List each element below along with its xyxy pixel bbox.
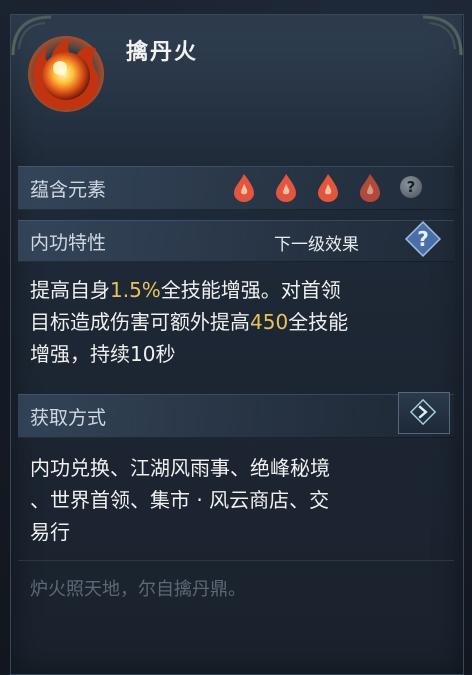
- element-icon-list: ?: [232, 170, 422, 204]
- next-level-help-icon[interactable]: ?: [404, 220, 442, 258]
- flavor-text: 炉火照天地，尔自擒丹鼎。: [30, 579, 246, 600]
- section-internal-label: 内功特性: [30, 232, 107, 254]
- fire-orb-icon: [28, 36, 104, 112]
- section-elements-label: 蕴含元素: [30, 179, 107, 201]
- description-line-3: 增强，持续10秒: [30, 342, 176, 366]
- item-title: 擒丹火: [126, 39, 199, 65]
- acquire-description: 内功兑换、江湖风雨事、绝峰秘境 、世界首领、集市 · 风云商店、交 易行: [30, 452, 330, 548]
- acquire-line-2: 、世界首领、集市 · 风云商店、交: [30, 488, 330, 512]
- description-line-2: 目标造成伤害可额外提高450全技能: [30, 310, 349, 334]
- highlight-value: 450: [250, 310, 289, 334]
- next-level-effect-label[interactable]: 下一级效果: [274, 230, 359, 255]
- diamond-arrow-icon: [409, 398, 437, 426]
- fire-drop-icon[interactable]: [274, 172, 298, 202]
- section-internal-row: 内功特性: [18, 220, 454, 262]
- section-acquire-row: 获取方式: [18, 394, 454, 438]
- internal-description: 提高自身1.5%全技能增强。对首领 目标造成伤害可额外提高450全技能 增强，持…: [30, 274, 348, 370]
- acquire-link-button[interactable]: [398, 392, 450, 434]
- divider: [18, 560, 454, 561]
- description-line-1: 提高自身1.5%全技能增强。对首领: [30, 278, 341, 302]
- svg-text:?: ?: [417, 227, 429, 251]
- acquire-line-3: 易行: [30, 520, 70, 544]
- fire-drop-icon[interactable]: [316, 172, 340, 202]
- help-icon[interactable]: ?: [400, 176, 422, 198]
- acquire-line-1: 内功兑换、江湖风雨事、绝峰秘境: [30, 456, 330, 480]
- highlight-value: 1.5%: [110, 278, 161, 302]
- section-acquire-label: 获取方式: [30, 407, 107, 429]
- fire-drop-icon[interactable]: [232, 172, 256, 202]
- fire-drop-icon-dim[interactable]: [358, 172, 382, 202]
